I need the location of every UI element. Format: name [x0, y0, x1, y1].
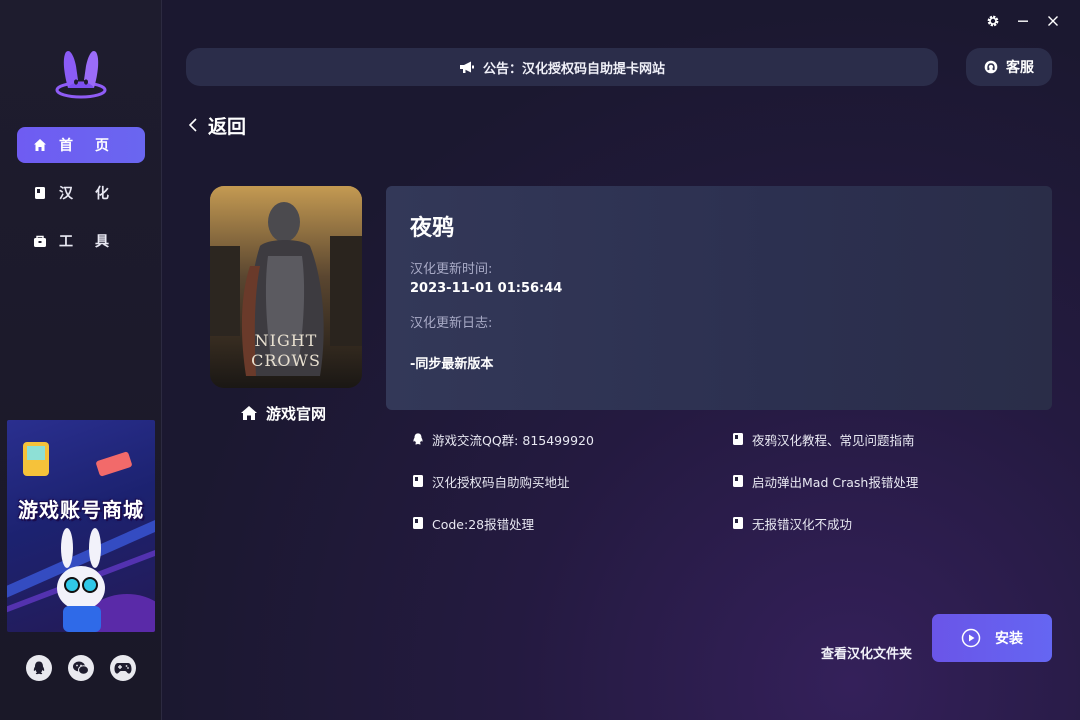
auth-code-purchase-link[interactable]: 汉化授权码自助购买地址 [411, 472, 570, 490]
back-label: 返回 [208, 115, 247, 138]
service-label: 客服 [1006, 60, 1034, 76]
sidebar-item-label: 首页 [59, 138, 131, 154]
link-label: Code:28报错处理 [432, 516, 535, 532]
doc-icon [411, 474, 425, 488]
announcement-text: 公告：汉化授权码自助提卡网站 [482, 61, 665, 77]
book-icon [33, 186, 47, 200]
close-icon[interactable] [1044, 12, 1062, 30]
svg-text:NIGHT: NIGHT [255, 331, 318, 350]
open-folder-link[interactable]: 查看汉化文件夹 [821, 643, 912, 662]
wechat-icon[interactable] [68, 655, 94, 681]
update-time-label: 汉化更新时间: [410, 262, 493, 277]
link-label: 游戏交流QQ群: 815499920 [432, 432, 594, 448]
megaphone-icon [459, 60, 475, 74]
sidebar: 首页 汉化 工具 游戏账号商城 [0, 0, 162, 720]
game-title: 夜鸦 [410, 216, 455, 241]
svg-text:CROWS: CROWS [251, 351, 321, 370]
doc-icon [411, 516, 425, 530]
main-panel: 公告：汉化授权码自助提卡网站 客服 返回 NIGHT CROWS 游戏官网 夜鸦… [162, 0, 1080, 720]
chevron-left-icon [188, 117, 198, 133]
game-cover-image: NIGHT CROWS [210, 186, 362, 388]
no-error-fail-link[interactable]: 无报错汉化不成功 [731, 514, 852, 532]
rabbit-logo-icon [54, 46, 108, 100]
toolbox-icon [33, 234, 47, 248]
official-site-link[interactable]: 游戏官网 [240, 402, 326, 424]
game-info-card: 夜鸦 汉化更新时间: 2023-11-01 01:56:44 汉化更新日志: -… [386, 186, 1052, 410]
app-window: 首页 汉化 工具 游戏账号商城 公告：汉化授权码自助提卡网站 客服 返回 NIG… [0, 0, 1080, 720]
back-button[interactable]: 返回 [188, 112, 246, 138]
sidebar-item-localize[interactable]: 汉化 [17, 175, 145, 211]
link-label: 无报错汉化不成功 [752, 516, 853, 532]
update-log-value: -同步最新版本 [410, 357, 494, 372]
code28-error-link[interactable]: Code:28报错处理 [411, 514, 534, 532]
install-label: 安装 [995, 631, 1023, 647]
install-button[interactable]: 安装 [932, 614, 1052, 662]
qq-group-link[interactable]: 游戏交流QQ群: 815499920 [411, 430, 594, 448]
banner-title: 游戏账号商城 [18, 498, 144, 522]
sidebar-item-label: 工具 [59, 234, 131, 250]
home-icon [240, 405, 258, 421]
tutorial-guide-link[interactable]: 夜鸦汉化教程、常见问题指南 [731, 430, 915, 448]
play-circle-icon [961, 628, 981, 648]
official-site-label: 游戏官网 [266, 404, 327, 423]
link-label: 汉化授权码自助购买地址 [432, 474, 570, 490]
sidebar-item-home[interactable]: 首页 [17, 127, 145, 163]
doc-icon [731, 474, 745, 488]
announcement-bar[interactable]: 公告：汉化授权码自助提卡网站 [186, 48, 938, 86]
qq-icon[interactable] [26, 655, 52, 681]
gamepad-icon[interactable] [110, 655, 136, 681]
promo-banner[interactable]: 游戏账号商城 [7, 420, 155, 632]
qq-icon [411, 432, 425, 446]
sidebar-item-tools[interactable]: 工具 [17, 223, 145, 259]
customer-service-button[interactable]: 客服 [966, 48, 1052, 86]
mad-crash-link[interactable]: 启动弹出Mad Crash报错处理 [731, 472, 918, 490]
minimize-icon[interactable] [1014, 12, 1032, 30]
link-label: 启动弹出Mad Crash报错处理 [752, 474, 919, 490]
sidebar-item-label: 汉化 [59, 186, 131, 202]
link-label: 夜鸦汉化教程、常见问题指南 [752, 432, 915, 448]
doc-icon [731, 432, 745, 446]
headset-icon [984, 60, 998, 74]
update-log-label: 汉化更新日志: [410, 316, 493, 331]
home-icon [33, 138, 47, 152]
update-time-value: 2023-11-01 01:56:44 [410, 281, 563, 296]
doc-icon [731, 516, 745, 530]
gear-icon[interactable] [984, 12, 1002, 30]
